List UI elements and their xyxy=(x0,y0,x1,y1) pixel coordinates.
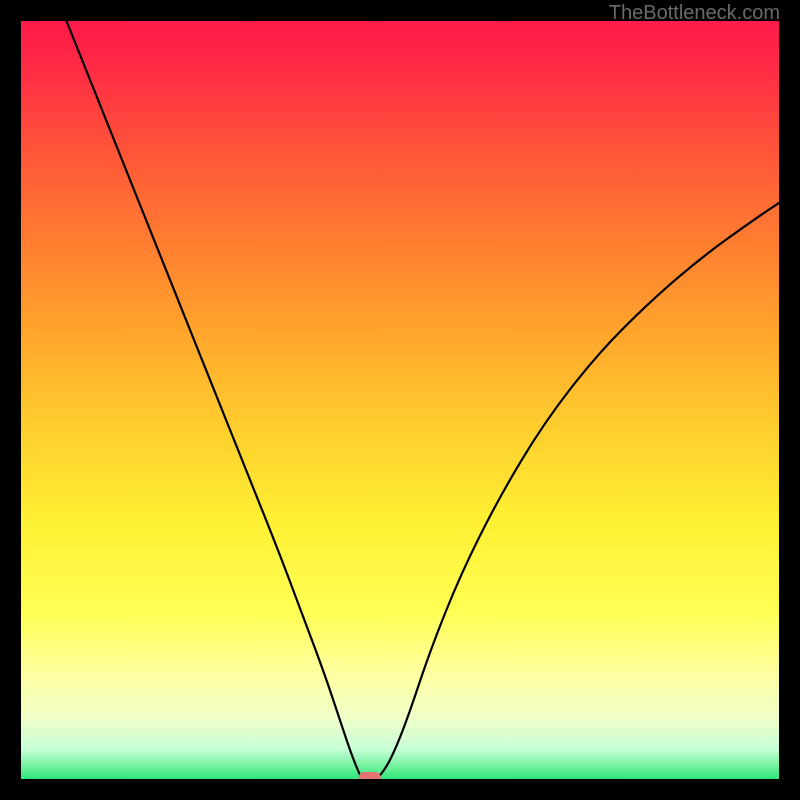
gradient-background xyxy=(21,21,779,779)
bottleneck-chart xyxy=(21,21,779,779)
watermark-text: TheBottleneck.com xyxy=(609,2,780,25)
optimal-marker xyxy=(359,772,381,779)
chart-frame xyxy=(21,21,779,779)
